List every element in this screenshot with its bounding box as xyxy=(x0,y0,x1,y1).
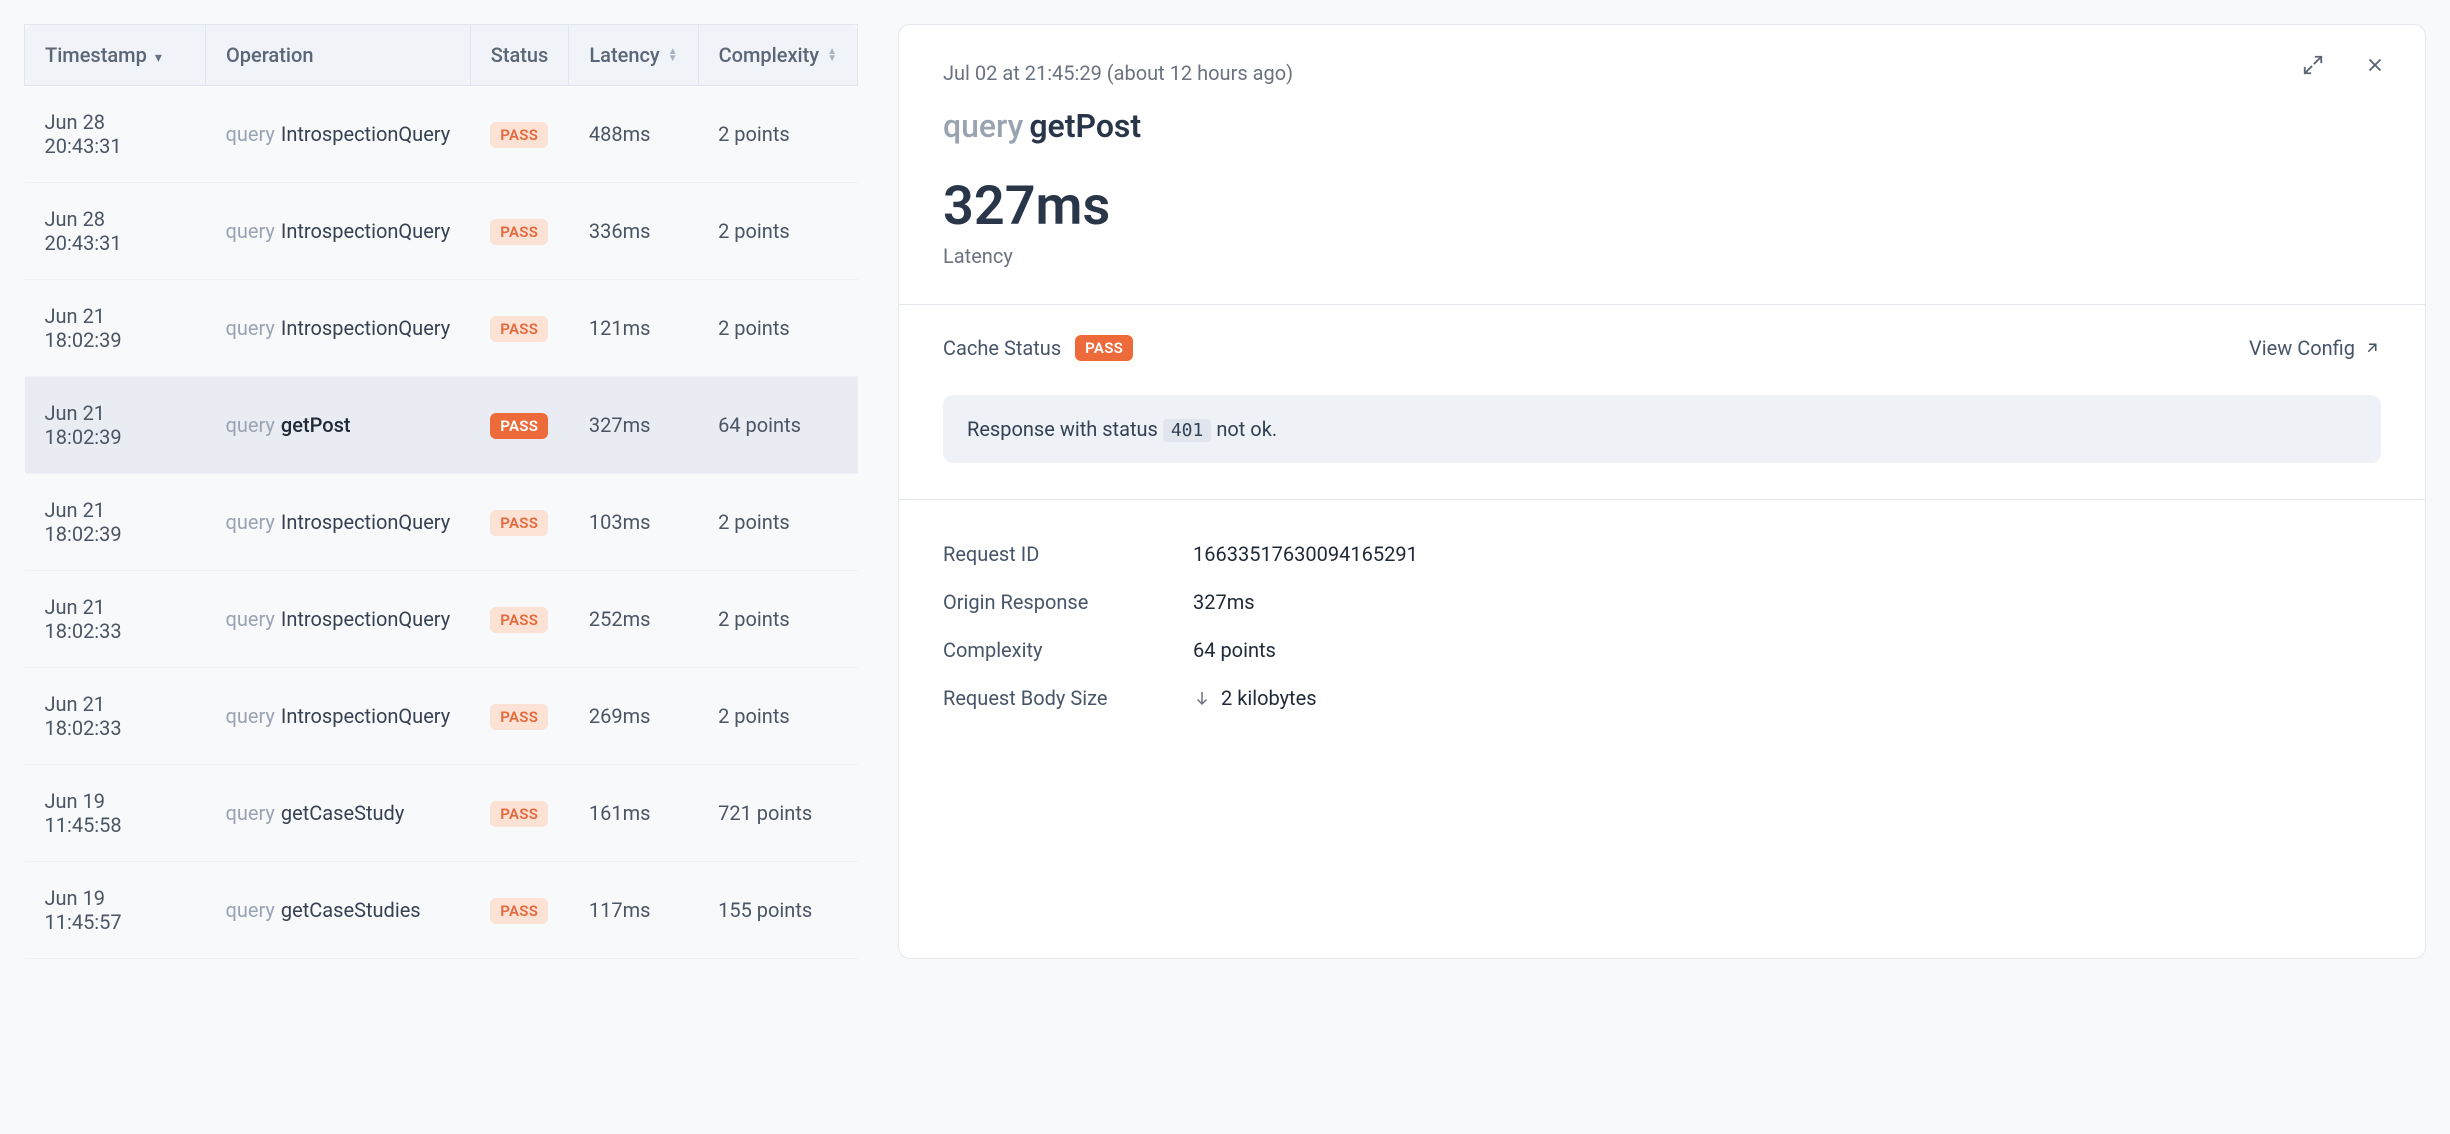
status-code: 401 xyxy=(1163,419,1212,442)
cell-latency: 117ms xyxy=(569,862,698,959)
col-header-status[interactable]: Status xyxy=(470,25,569,86)
cell-operation: querygetCaseStudies xyxy=(205,862,470,959)
status-badge: PASS xyxy=(490,122,548,148)
cell-complexity: 721 points xyxy=(698,765,857,862)
kv-key-complexity: Complexity xyxy=(943,638,1193,662)
kv-val-request-id: 16633517630094165291 xyxy=(1193,542,1418,566)
requests-table-panel: Timestamp Operation Status Latency xyxy=(24,24,858,959)
table-row[interactable]: Jun 21 18:02:33queryIntrospectionQuery PA… xyxy=(25,668,858,765)
table-row[interactable]: Jun 19 11:45:57querygetCaseStudies PASS 11… xyxy=(25,862,858,959)
cell-status: PASS xyxy=(470,765,569,862)
kv-val-complexity: 64 points xyxy=(1193,638,1276,662)
cell-latency: 269ms xyxy=(569,668,698,765)
cell-timestamp: Jun 19 11:45:57 xyxy=(25,862,206,959)
sort-both-icon xyxy=(827,48,837,62)
cell-timestamp: Jun 19 11:45:58 xyxy=(25,765,206,862)
cell-complexity: 155 points xyxy=(698,862,857,959)
detail-query-name: getPost xyxy=(1029,107,1141,145)
status-alert: Response with status 401 not ok. xyxy=(943,395,2381,463)
cell-timestamp: Jun 21 18:02:39 xyxy=(25,474,206,571)
cell-complexity: 2 points xyxy=(698,571,857,668)
table-row[interactable]: Jun 28 20:43:31queryIntrospectionQuery PA… xyxy=(25,86,858,183)
detail-latency-label: Latency xyxy=(943,244,2381,268)
cell-latency: 488ms xyxy=(569,86,698,183)
cell-status: PASS xyxy=(470,86,569,183)
cell-complexity: 2 points xyxy=(698,86,857,183)
cell-complexity: 2 points xyxy=(698,474,857,571)
col-header-operation[interactable]: Operation xyxy=(205,25,470,86)
kv-val-origin-response: 327ms xyxy=(1193,590,1255,614)
cache-status-label: Cache Status xyxy=(943,336,1061,360)
status-badge: PASS xyxy=(490,510,548,536)
cell-operation: queryIntrospectionQuery xyxy=(205,280,470,377)
cell-status: PASS xyxy=(470,668,569,765)
cell-latency: 252ms xyxy=(569,571,698,668)
request-detail-panel: Jul 02 at 21:45:29 (about 12 hours ago) … xyxy=(898,24,2426,959)
cell-operation: queryIntrospectionQuery xyxy=(205,668,470,765)
detail-latency-value: 327ms xyxy=(943,179,2381,236)
cell-complexity: 2 points xyxy=(698,668,857,765)
cell-latency: 327ms xyxy=(569,377,698,474)
cell-status: PASS xyxy=(470,474,569,571)
cell-latency: 121ms xyxy=(569,280,698,377)
kv-key-request-id: Request ID xyxy=(943,542,1193,566)
status-badge: PASS xyxy=(490,704,548,730)
external-link-icon xyxy=(2363,339,2381,357)
cell-latency: 103ms xyxy=(569,474,698,571)
table-row[interactable]: Jun 21 18:02:39queryIntrospectionQuery PA… xyxy=(25,474,858,571)
detail-properties: Request ID 16633517630094165291 Origin R… xyxy=(899,500,2425,742)
cell-operation: querygetCaseStudy xyxy=(205,765,470,862)
kv-val-request-body-size: 2 kilobytes xyxy=(1193,686,1317,710)
sort-both-icon xyxy=(668,48,678,62)
col-header-timestamp-label: Timestamp xyxy=(45,43,147,67)
arrow-down-icon xyxy=(1193,689,1211,707)
cell-timestamp: Jun 21 18:02:33 xyxy=(25,668,206,765)
cell-operation: querygetPost xyxy=(205,377,470,474)
cell-timestamp: Jun 28 20:43:31 xyxy=(25,86,206,183)
status-badge: PASS xyxy=(490,219,548,245)
cell-operation: queryIntrospectionQuery xyxy=(205,571,470,668)
cell-timestamp: Jun 21 18:02:33 xyxy=(25,571,206,668)
col-header-timestamp[interactable]: Timestamp xyxy=(25,25,206,86)
detail-query-title: querygetPost xyxy=(943,107,2381,145)
kv-key-origin-response: Origin Response xyxy=(943,590,1193,614)
status-badge: PASS xyxy=(490,898,548,924)
cell-timestamp: Jun 28 20:43:31 xyxy=(25,183,206,280)
table-row[interactable]: Jun 21 18:02:39querygetPost PASS 327ms64 p… xyxy=(25,377,858,474)
close-icon[interactable] xyxy=(2361,51,2389,79)
cell-timestamp: Jun 21 18:02:39 xyxy=(25,377,206,474)
cell-operation: queryIntrospectionQuery xyxy=(205,474,470,571)
cache-status-badge: PASS xyxy=(1075,335,1133,361)
status-badge: PASS xyxy=(490,801,548,827)
view-config-link[interactable]: View Config xyxy=(2249,336,2381,360)
cell-status: PASS xyxy=(470,183,569,280)
cell-complexity: 2 points xyxy=(698,183,857,280)
kv-key-request-body-size: Request Body Size xyxy=(943,686,1193,710)
col-header-complexity[interactable]: Complexity xyxy=(698,25,857,86)
table-row[interactable]: Jun 21 18:02:33queryIntrospectionQuery PA… xyxy=(25,571,858,668)
cell-operation: queryIntrospectionQuery xyxy=(205,86,470,183)
detail-query-type: query xyxy=(943,107,1023,145)
table-row[interactable]: Jun 19 11:45:58querygetCaseStudy PASS 161m… xyxy=(25,765,858,862)
status-badge: PASS xyxy=(490,316,548,342)
status-badge: PASS xyxy=(490,607,548,633)
cell-status: PASS xyxy=(470,377,569,474)
cell-status: PASS xyxy=(470,571,569,668)
sort-desc-icon xyxy=(155,43,162,67)
col-header-latency[interactable]: Latency xyxy=(569,25,698,86)
table-row[interactable]: Jun 21 18:02:39queryIntrospectionQuery PA… xyxy=(25,280,858,377)
status-badge: PASS xyxy=(490,413,548,439)
table-row[interactable]: Jun 28 20:43:31queryIntrospectionQuery PA… xyxy=(25,183,858,280)
cell-operation: queryIntrospectionQuery xyxy=(205,183,470,280)
cell-latency: 336ms xyxy=(569,183,698,280)
expand-icon[interactable] xyxy=(2299,51,2327,79)
cell-timestamp: Jun 21 18:02:39 xyxy=(25,280,206,377)
detail-timestamp: Jul 02 at 21:45:29 (about 12 hours ago) xyxy=(943,61,2381,85)
cell-latency: 161ms xyxy=(569,765,698,862)
cell-complexity: 64 points xyxy=(698,377,857,474)
cell-status: PASS xyxy=(470,280,569,377)
cell-status: PASS xyxy=(470,862,569,959)
cell-complexity: 2 points xyxy=(698,280,857,377)
requests-table: Timestamp Operation Status Latency xyxy=(24,24,858,959)
